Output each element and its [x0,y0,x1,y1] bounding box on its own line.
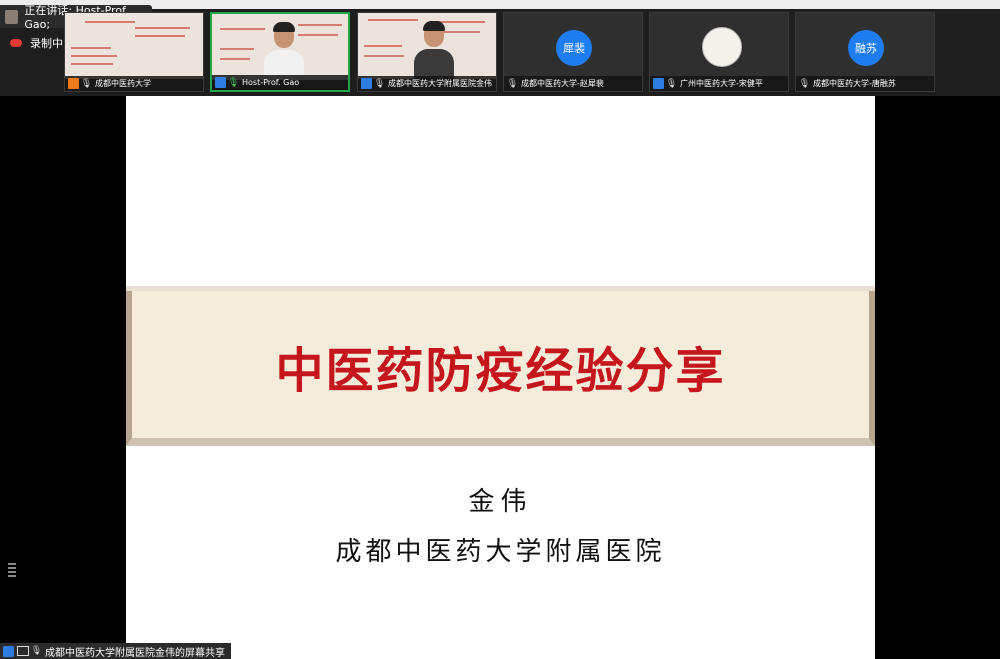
shared-slide-thumbnail [65,13,203,79]
video-tile-1[interactable]: 🎙 成都中医药大学 [64,12,204,92]
mic-icon: 🎙 [30,646,43,656]
video-tile-2[interactable]: 🎙 Host-Prof. Gao [210,12,350,92]
slide-title: 中医药防疫经验分享 [275,342,726,399]
video-tile-5[interactable]: 🎙 广州中医药大学-宋健平 [649,12,789,92]
video-tile-3[interactable]: 🎙 成都中医药大学附属医院金伟 [357,12,497,92]
participant-name: Host-Prof. Gao [242,78,300,87]
participant-video [358,13,496,79]
shared-screen-slide: 中医药防疫经验分享 金伟 成都中医药大学附属医院 [126,96,875,659]
mic-active-icon: 🎙 [227,77,240,88]
participant-name: 成都中医药大学-唐融苏 [813,79,896,88]
screen-share-status-bar: 🎙 成都中医药大学附属医院金伟的屏幕共享 [0,643,231,659]
participant-name: 成都中医药大学 [95,79,151,88]
tile-namebar: 🎙 成都中医药大学 [65,76,203,91]
participant-avatar: 融苏 [848,30,884,66]
user-icon [653,78,664,89]
participant-photo [702,27,742,67]
host-user-icon [68,78,79,89]
tile-namebar: 🎙 广州中医药大学-宋健平 [650,76,788,91]
mic-muted-icon: 🎙 [506,78,519,89]
tile-namebar: 🎙 成都中医药大学附属医院金伟 [358,76,496,91]
slide-title-band: 中医药防疫经验分享 [126,286,875,446]
mic-icon: 🎙 [80,78,93,89]
video-tile-4[interactable]: 犀裴 🎙 成都中医药大学-赵犀裴 [503,12,643,92]
mic-icon: 🎙 [373,78,386,89]
user-icon [361,78,372,89]
mic-muted-icon: 🎙 [798,78,811,89]
presenter-name: 金伟 [468,487,533,517]
cloud-recording-icon [10,39,22,47]
presenter-organization: 成都中医药大学附属医院 [335,537,666,567]
participant-name: 成都中医药大学-赵犀裴 [521,79,604,88]
user-icon [3,645,14,657]
participant-name: 广州中医药大学-宋健平 [680,79,763,88]
speaker-avatar-icon [5,9,19,24]
participant-avatar: 犀裴 [556,30,592,66]
mic-muted-icon: 🎙 [665,78,678,89]
side-handle[interactable] [8,563,18,579]
participant-video [212,14,348,80]
recording-indicator[interactable]: 录制中 [10,35,63,51]
recording-label: 录制中 [30,37,63,50]
user-icon [215,77,226,88]
tile-namebar: 🎙 Host-Prof. Gao [212,75,348,90]
screen-share-icon [17,646,29,656]
tile-namebar: 🎙 成都中医药大学-赵犀裴 [504,76,642,91]
video-tile-6[interactable]: 融苏 🎙 成都中医药大学-唐融苏 [795,12,935,92]
tile-namebar: 🎙 成都中医药大学-唐融苏 [796,76,934,91]
share-status-label: 成都中医药大学附属医院金伟的屏幕共享 [45,647,225,659]
participant-name: 成都中医药大学附属医院金伟 [388,79,492,88]
